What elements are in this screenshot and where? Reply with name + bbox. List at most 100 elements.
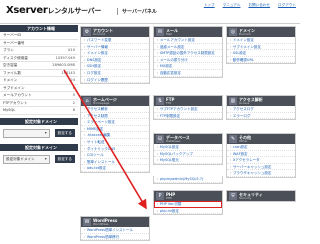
xserver-logo[interactable]: Xserverレンタルサーバー bbox=[6, 5, 101, 16]
menu-link[interactable]: サイト転送 bbox=[81, 139, 149, 146]
shield-icon: ⛨ bbox=[229, 192, 237, 200]
section-phpmyadmin-items: phpmyadmin(MySQL5.7) bbox=[154, 176, 222, 183]
menu-link[interactable]: サーバーキャッシュ設定 bbox=[227, 164, 295, 171]
menu-link[interactable]: .htaccess編集 bbox=[81, 132, 149, 139]
menu-link[interactable]: サブドメイン設定 bbox=[227, 44, 295, 51]
account-info-label: サブドメイン bbox=[3, 85, 25, 90]
menu-link[interactable]: ログイン履歴 bbox=[81, 77, 149, 84]
account-info-label: ドメイン bbox=[3, 78, 18, 82]
top-links: トップ マニュアル お問い合わせ ログアウト bbox=[204, 3, 296, 8]
menu-link[interactable]: phpmyadmin(MySQL5.7) bbox=[154, 176, 222, 183]
menu-link[interactable]: アクセス制限 bbox=[81, 113, 149, 120]
section-mail-items: メールアカウント設定迷惑メール設定SMTP認証の国外アクセス制限設定メールの振り… bbox=[154, 37, 222, 77]
section-other: ✎ その他Other cron設定WAF設定Xアクセラレータサーバーキャッシュ設… bbox=[226, 133, 296, 178]
account-info-label: MySQL bbox=[3, 108, 16, 112]
account-info-row: ファイル数 198143 bbox=[0, 70, 78, 77]
house-icon: ⌂ bbox=[83, 97, 91, 105]
account-info-label: サーバー番号 bbox=[3, 40, 25, 45]
menu-link[interactable]: ads.txt設定 bbox=[81, 165, 149, 172]
section-homepage-items: アクセス解析アクセス制限エラーページ設定MIME設定.htaccess編集サイト… bbox=[81, 106, 149, 172]
menu-link[interactable]: PHP Ver.切替 bbox=[154, 201, 222, 208]
php-icon: P bbox=[156, 192, 164, 200]
account-info-label: プラン bbox=[3, 48, 14, 52]
account-info-value: 289603.0MB bbox=[52, 63, 75, 67]
menu-link[interactable]: WordPress簡単インストール bbox=[81, 227, 149, 234]
menu-link[interactable]: アクセスログ bbox=[227, 106, 295, 113]
menu-link[interactable]: 動作確認URL bbox=[227, 57, 295, 64]
menu-link[interactable]: サブFTPアカウント設定 bbox=[154, 106, 222, 113]
panel-title: サーバーパネル bbox=[117, 8, 157, 15]
section-account-header: ⚙ アカウント Account bbox=[81, 27, 149, 37]
menu-link[interactable]: DNS設定 bbox=[81, 57, 149, 64]
menu-link[interactable]: エラーページ設定 bbox=[81, 119, 149, 126]
menu-link[interactable]: ログ設定 bbox=[81, 70, 149, 77]
domain-select[interactable]: ▾ bbox=[3, 128, 50, 138]
bar-chart-icon: ▥ bbox=[229, 97, 237, 105]
menu-link[interactable]: MIME設定 bbox=[81, 126, 149, 133]
account-info-label: サーバーID bbox=[3, 33, 22, 37]
menu-link[interactable]: cron設定 bbox=[227, 144, 295, 151]
top-link-top[interactable]: トップ bbox=[204, 3, 215, 8]
menu-link[interactable]: SSL設定 bbox=[227, 50, 295, 57]
menu-link[interactable]: Xアクセラレータ bbox=[227, 157, 295, 164]
section-other-header: ✎ その他 Other bbox=[227, 134, 295, 144]
menu-link[interactable]: SMTP認証の国外アクセス制限設定 bbox=[154, 50, 222, 57]
menu-link[interactable]: ブラウザキャッシュ設定 bbox=[227, 170, 295, 177]
menu-link[interactable]: アクセス解析 bbox=[81, 106, 149, 113]
menu-link[interactable]: WordPress簡単移行 bbox=[81, 234, 149, 241]
menu-link[interactable]: MySQLバックアップ bbox=[154, 151, 222, 158]
transfer-icon: ⇅ bbox=[156, 97, 164, 105]
menu-link[interactable]: FTP制限設定 bbox=[154, 113, 222, 120]
wrench-icon: ✎ bbox=[229, 135, 237, 143]
menu-link[interactable]: パスワード変更 bbox=[81, 37, 149, 44]
menu-link[interactable]: php.ini設定 bbox=[154, 208, 222, 215]
menu-link[interactable]: 迷惑メール設定 bbox=[154, 44, 222, 51]
menu-link[interactable]: WAF設定 bbox=[227, 151, 295, 158]
top-link-manual[interactable]: マニュアル bbox=[223, 3, 241, 8]
menu-link[interactable]: ドメイン設定 bbox=[227, 37, 295, 44]
account-info-row: サブドメイン 0 bbox=[0, 85, 78, 92]
account-info-value: 6 bbox=[72, 108, 75, 112]
account-info-row: メールアカウント 0 bbox=[0, 92, 78, 100]
section-access-header: ▥ アクセス解析 Access bbox=[227, 96, 295, 106]
menu-link[interactable]: 自動応答設定 bbox=[154, 70, 222, 77]
domain-set-button-2[interactable]: 設定する bbox=[54, 155, 75, 163]
globe-icon: ◎ bbox=[229, 28, 237, 36]
domain-set-button[interactable]: 設定する bbox=[54, 129, 75, 137]
menu-link[interactable]: MySQL復元 bbox=[154, 157, 222, 164]
domain-heading-2: 設定対象ドメイン bbox=[0, 143, 78, 151]
section-homepage: ⌂ ホームページHomepage アクセス解析アクセス制限エラーページ設定MIM… bbox=[80, 95, 150, 173]
menu-link[interactable]: ドメイン設定 bbox=[81, 50, 149, 57]
top-link-logout[interactable]: ログアウト bbox=[278, 3, 296, 8]
menu-link[interactable]: エラーログ bbox=[227, 113, 295, 120]
menu-link[interactable]: MySQL設定 bbox=[154, 144, 222, 151]
section-wordpress: W WordPressWordPress WordPress簡単インストールWo… bbox=[80, 216, 150, 242]
menu-link[interactable]: MX設定 bbox=[154, 63, 222, 70]
account-info-value: 10397.049 bbox=[55, 55, 75, 60]
domain-select-2[interactable]: 設定対象ドメイン ▾ bbox=[3, 154, 50, 164]
top-link-contact[interactable]: お問い合わせ bbox=[248, 3, 270, 8]
section-access-items: アクセスログエラーログ bbox=[227, 106, 295, 120]
menu-link[interactable]: サーバー情報 bbox=[81, 44, 149, 51]
account-info-label: ファイル数 bbox=[3, 70, 21, 75]
section-domain: ◎ ドメインDomain ドメイン設定サブドメイン設定SSL設定動作確認URL bbox=[226, 26, 296, 65]
section-mail-header: ✉ メール Mail bbox=[154, 27, 222, 37]
section-mail: ✉ メールMail メールアカウント設定迷惑メール設定SMTP認証の国外アクセス… bbox=[153, 26, 223, 78]
menu-link[interactable]: メールの振り分け bbox=[154, 57, 222, 64]
account-info-value: X10 bbox=[67, 48, 75, 52]
section-database: ⛁ データベースDatabase MySQL設定MySQLバックアップMySQL… bbox=[153, 133, 223, 165]
section-php-items: PHP Ver.切替php.ini設定 bbox=[154, 201, 222, 215]
gear-icon: ⚙ bbox=[83, 28, 91, 36]
section-domain-header: ◎ ドメイン Domain bbox=[227, 27, 295, 37]
menu-link[interactable]: 簡単インストール bbox=[81, 159, 149, 166]
main-panel: ⚙ アカウントAccount パスワード変更サーバー情報ドメイン設定DNS設定S… bbox=[80, 26, 300, 244]
menu-link[interactable]: メールアカウント設定 bbox=[154, 37, 222, 44]
section-wordpress-items: WordPress簡単インストールWordPress簡単移行 bbox=[81, 227, 149, 241]
section-security-header: ⛨ セキュリティ Security bbox=[227, 191, 295, 201]
menu-link[interactable]: CGIツール bbox=[81, 152, 149, 159]
menu-link[interactable]: SSH設定 bbox=[81, 63, 149, 70]
section-ftp: ⇅ FTPFTP サブFTPアカウント設定FTP制限設定 bbox=[153, 95, 223, 121]
account-info-row: ディスク使用量 10397.049 bbox=[0, 55, 78, 62]
account-info-value: 2 bbox=[72, 100, 75, 105]
menu-link[interactable]: ダイナミックDNS bbox=[81, 146, 149, 153]
